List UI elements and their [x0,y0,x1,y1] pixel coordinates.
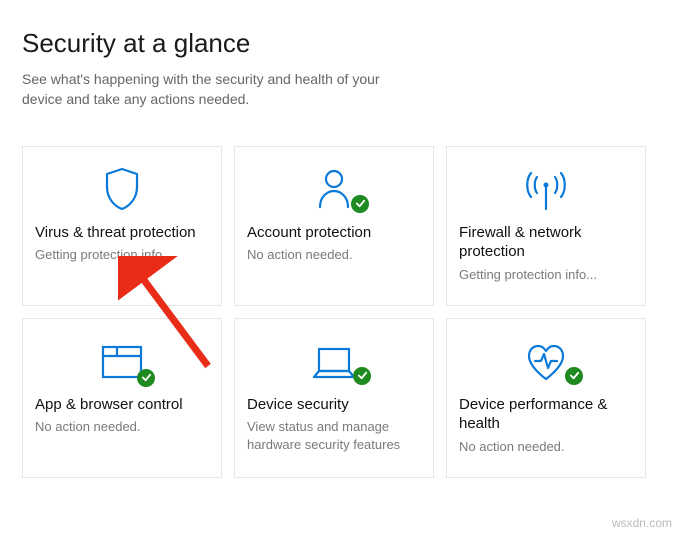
tile-device-security[interactable]: Device security View status and manage h… [234,318,434,478]
antenna-icon [453,155,639,211]
check-badge-icon [565,367,583,385]
tile-status: Getting protection info... [29,246,179,264]
watermark-text: wsxdn.com [612,516,672,530]
tile-title: Device security [241,395,355,415]
check-badge-icon [137,369,155,387]
tile-status: No action needed. [453,438,571,456]
tile-title: Account protection [241,223,377,243]
tile-app-browser-control[interactable]: App & browser control No action needed. [22,318,222,478]
tile-status: Getting protection info... [453,266,603,284]
page-title: Security at a glance [22,28,658,59]
tile-status: No action needed. [29,418,147,436]
tiles-grid: Virus & threat protection Getting protec… [22,146,658,478]
tile-firewall-network-protection[interactable]: Firewall & network protection Getting pr… [446,146,646,306]
check-badge-icon [351,195,369,213]
tile-title: Virus & threat protection [29,223,202,243]
laptop-icon [241,327,427,383]
tile-device-performance-health[interactable]: Device performance & health No action ne… [446,318,646,478]
tile-title: Firewall & network protection [453,223,639,262]
check-badge-icon [353,367,371,385]
tile-status: View status and manage hardware security… [241,418,427,453]
tile-title: Device performance & health [453,395,639,434]
tile-account-protection[interactable]: Account protection No action needed. [234,146,434,306]
tile-title: App & browser control [29,395,189,415]
page-subtitle: See what's happening with the security a… [22,69,382,110]
tile-status: No action needed. [241,246,359,264]
browser-window-icon [29,327,215,383]
person-icon [241,155,427,211]
heart-pulse-icon [453,327,639,383]
tile-virus-threat-protection[interactable]: Virus & threat protection Getting protec… [22,146,222,306]
shield-icon [29,155,215,211]
